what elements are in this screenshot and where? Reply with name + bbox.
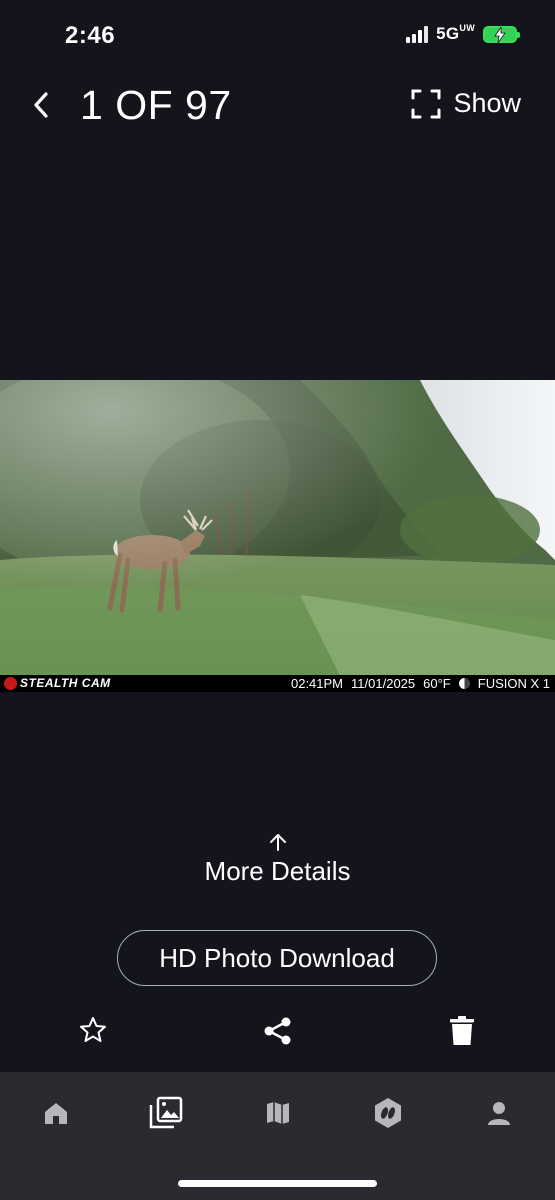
camera-name: FUSION X 1 — [477, 676, 550, 691]
signal-icon — [406, 25, 429, 43]
star-icon — [80, 1017, 106, 1042]
network-sup-label: UW — [459, 23, 475, 33]
delete-button[interactable] — [449, 1015, 475, 1052]
show-fullscreen-button[interactable]: Show — [411, 88, 521, 119]
network-indicator: 5GUW — [436, 24, 475, 44]
photo-counter: 1 OF 97 — [80, 82, 232, 128]
photo-time: 02:41PM — [290, 676, 344, 691]
share-icon — [264, 1017, 291, 1045]
tab-tracking[interactable] — [371, 1096, 405, 1130]
photo-info-strip: STEALTH CAM 02:41PM 11/01/2025 60°F FUSI… — [0, 675, 555, 692]
favorite-button[interactable] — [78, 1015, 108, 1050]
more-details-label: More Details — [204, 856, 351, 886]
status-indicators: 5GUW — [406, 24, 520, 44]
photo-temperature: 60°F — [423, 676, 451, 691]
hd-photo-download-button[interactable]: HD Photo Download — [117, 930, 437, 986]
hoof-badge-icon — [375, 1098, 401, 1128]
photo-stamp: 02:41PM 11/01/2025 60°F FUSION X 1 — [291, 676, 550, 691]
moon-phase-icon — [458, 678, 470, 689]
battery-charging-icon — [483, 25, 520, 43]
brand-mark: STEALTH CAM — [4, 676, 111, 690]
share-button[interactable] — [262, 1015, 294, 1052]
photo-actions — [0, 1015, 555, 1051]
photo-image — [0, 380, 555, 676]
trail-camera-photo[interactable]: STEALTH CAM 02:41PM 11/01/2025 60°F FUSI… — [0, 380, 555, 692]
photo-header: 1 OF 97 Show — [0, 80, 555, 130]
trash-icon — [450, 1016, 474, 1045]
brand-label: STEALTH CAM — [20, 676, 111, 690]
photo-date: 11/01/2025 — [351, 676, 416, 691]
show-label: Show — [453, 88, 521, 118]
home-indicator[interactable] — [178, 1180, 377, 1187]
status-bar: 2:46 5GUW — [0, 0, 555, 70]
network-label: 5G — [436, 24, 460, 43]
tab-map[interactable] — [261, 1096, 295, 1130]
back-button[interactable] — [30, 90, 56, 120]
profile-icon — [488, 1102, 510, 1125]
hd-photo-download-label: HD Photo Download — [159, 942, 395, 973]
stealth-cam-logo-icon — [4, 676, 17, 690]
chevron-left-icon — [34, 92, 48, 118]
tab-home[interactable] — [39, 1096, 73, 1130]
tab-profile[interactable] — [482, 1096, 516, 1130]
status-time: 2:46 — [65, 22, 116, 49]
more-details-button[interactable]: More Details — [0, 832, 555, 887]
gallery-icon — [149, 1096, 183, 1129]
map-icon — [267, 1102, 289, 1124]
tab-gallery[interactable] — [149, 1096, 183, 1130]
home-icon — [45, 1103, 67, 1124]
fullscreen-icon — [411, 89, 441, 118]
arrow-up-icon — [269, 834, 286, 851]
